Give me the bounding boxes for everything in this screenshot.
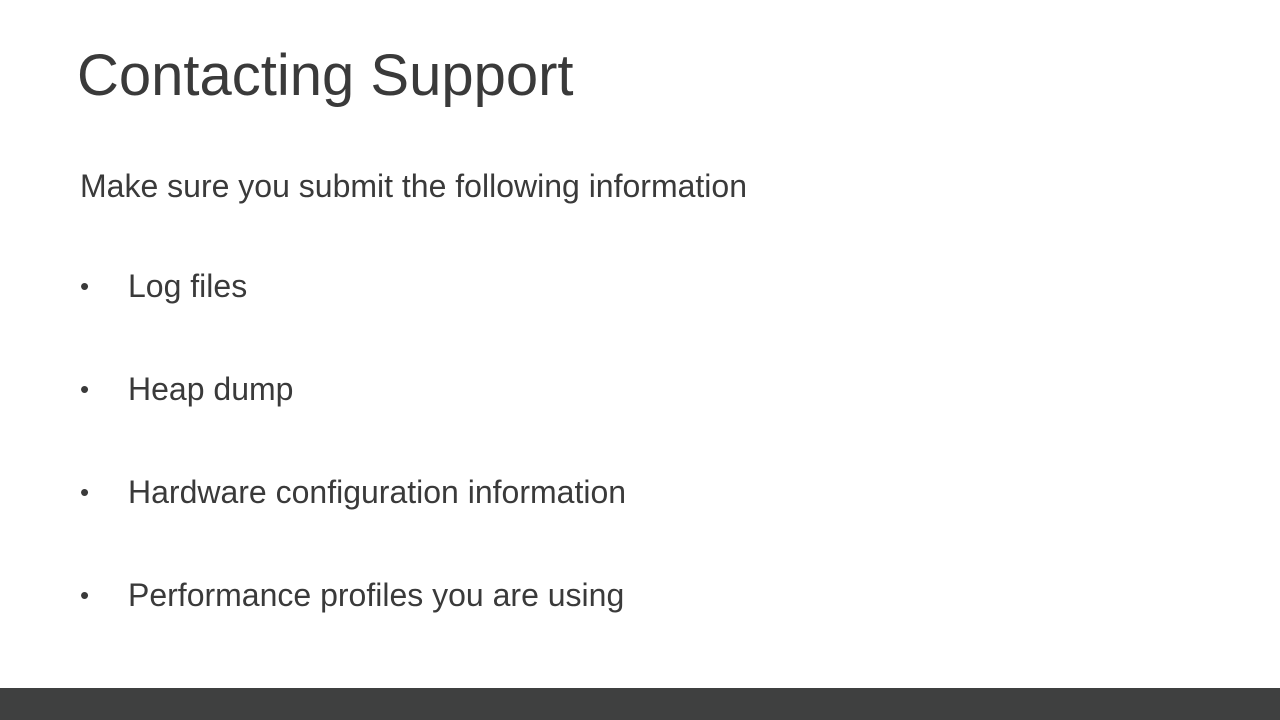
slide-intro-text: Make sure you submit the following infor… — [80, 168, 747, 204]
bullet-label: Log files — [128, 268, 248, 304]
footer-bar — [0, 688, 1280, 720]
bullet-icon: • — [80, 374, 90, 404]
bullet-label: Hardware configuration information — [128, 474, 627, 510]
bullet-icon: • — [80, 580, 90, 610]
bullet-label: Heap dump — [128, 371, 294, 407]
bullet-icon: • — [80, 477, 90, 507]
slide-title: Contacting Support — [77, 43, 574, 108]
bullet-icon: • — [80, 271, 90, 301]
slide: Contacting Support Make sure you submit … — [0, 0, 1280, 720]
bullet-label: Performance profiles you are using — [128, 577, 625, 613]
